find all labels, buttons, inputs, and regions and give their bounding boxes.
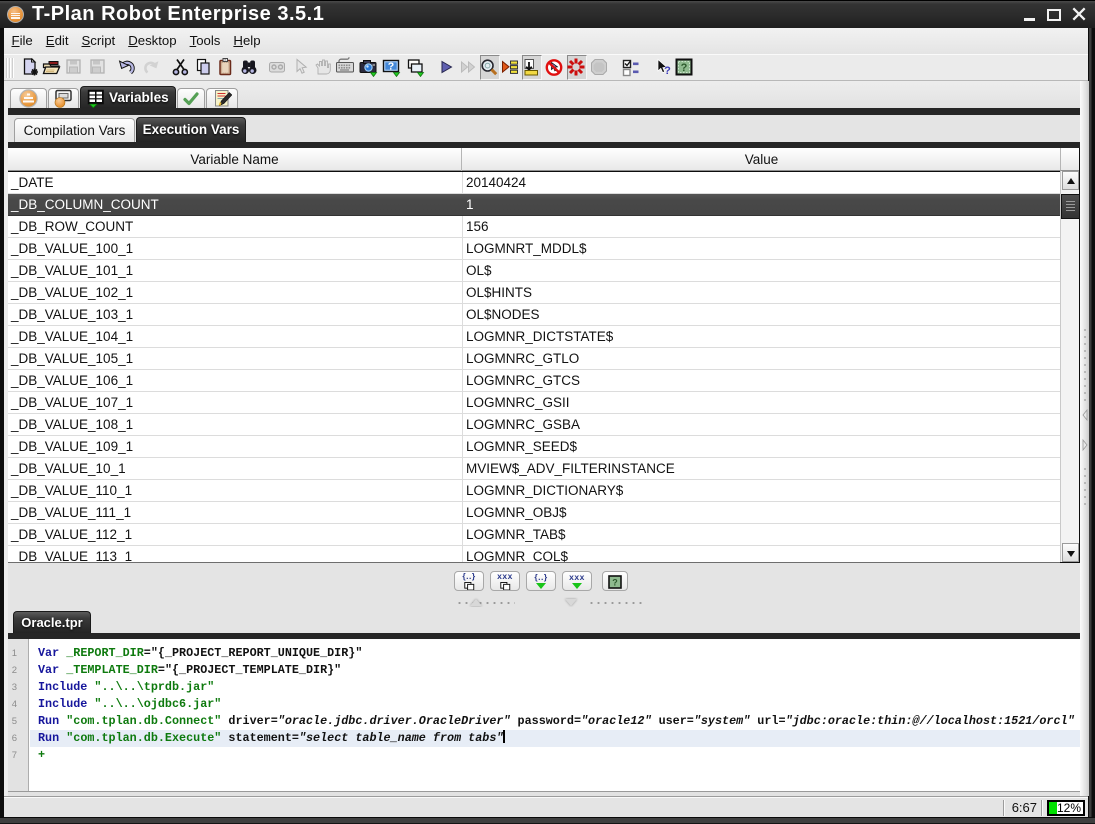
svg-text:?: ?	[664, 65, 671, 77]
svg-text:?: ?	[388, 61, 394, 73]
svg-text:?: ?	[681, 62, 688, 74]
svg-text:?: ?	[612, 578, 618, 588]
